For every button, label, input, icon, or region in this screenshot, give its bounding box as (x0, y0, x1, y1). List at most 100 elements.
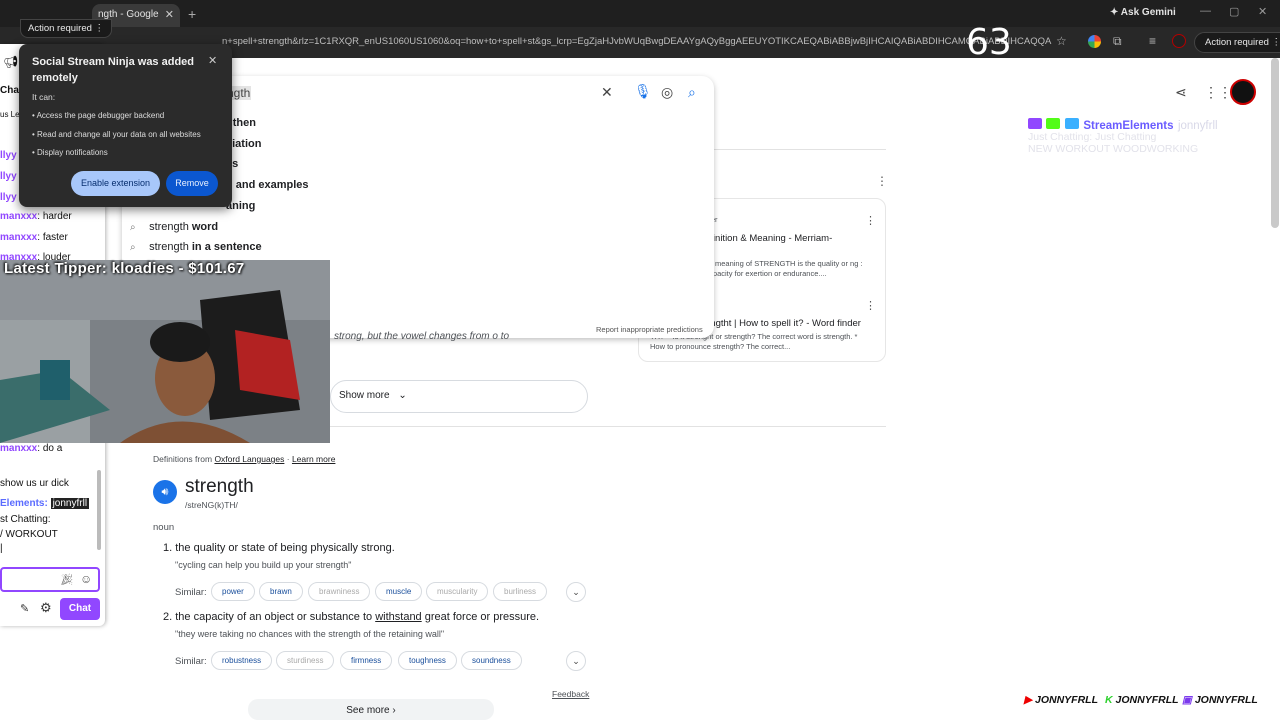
popup-permission: • Access the page debugger backend (32, 111, 165, 120)
similar-chip[interactable]: robustness (211, 651, 273, 670)
chat-message: Elements: jonnyfrll (0, 498, 90, 509)
more-options-icon[interactable]: ⋮ (865, 214, 876, 227)
bookmark-star-icon[interactable]: ☆ (1056, 34, 1070, 48)
similar-chip[interactable]: muscularity (426, 582, 489, 601)
similar-chip[interactable]: toughness (398, 651, 457, 670)
page-scrollbar[interactable] (1271, 58, 1279, 228)
learn-more-link[interactable]: Learn more (292, 454, 335, 464)
tab-close-icon[interactable]: ✕ (165, 8, 174, 21)
twitch-handle: ▣ JONNYFRLL (1182, 694, 1258, 706)
expand-similar-button[interactable]: ⌄ (566, 582, 586, 602)
gear-icon[interactable]: ⚙ (40, 600, 52, 616)
similar-chip[interactable]: sturdiness (276, 651, 335, 670)
suggestion-item[interactable]: es (226, 158, 786, 178)
minimize-icon[interactable]: — (1200, 5, 1211, 17)
chrome-extension-icon[interactable] (1088, 35, 1101, 48)
emoji-icon[interactable]: ☺ (80, 572, 92, 586)
ask-gemini-button[interactable]: ✦ Ask Gemini (1110, 7, 1176, 18)
oxford-languages-link[interactable]: Oxford Languages (214, 454, 284, 464)
share-icon[interactable]: ⋖ (1175, 84, 1187, 101)
search-icon: ⌕ (130, 222, 136, 233)
phonetic: /streNG(k)TH/ (185, 500, 238, 510)
chat-message: / WORKOUT (0, 529, 58, 540)
profile-avatar[interactable] (1172, 34, 1186, 48)
kick-handle: K JONNYFRLL (1105, 694, 1179, 706)
clear-icon[interactable]: ✕ (601, 84, 613, 101)
withstand-link[interactable]: withstand (375, 611, 421, 623)
chat-send-button[interactable]: Chat (60, 598, 100, 620)
youtube-icon: ▶ (1024, 694, 1033, 706)
similar-chip[interactable]: burliness (493, 582, 548, 601)
example-2: "they were taking no chances with the st… (175, 629, 445, 639)
suggestion-item[interactable]: ciation (226, 138, 786, 158)
similar-chip[interactable]: muscle (375, 582, 423, 601)
close-icon[interactable]: ✕ (208, 54, 217, 67)
action-required-button[interactable]: Action required ⋮ (1194, 32, 1280, 53)
chat-username: llyy (0, 150, 17, 161)
snippet-line: strong, but the vowel changes from o to (334, 331, 510, 342)
maximize-icon[interactable]: ▢ (1229, 5, 1239, 18)
more-options-icon[interactable]: ⋮ (865, 299, 876, 312)
remove-extension-button[interactable]: Remove (166, 171, 218, 196)
chevron-right-icon: › (392, 705, 396, 716)
chat-message: show us ur dick (0, 478, 69, 489)
reading-list-icon[interactable]: ≡ (1149, 34, 1163, 48)
chat-message: manxxx: do a (0, 443, 63, 454)
chevron-down-icon: ⌄ (572, 587, 580, 597)
similar-chip[interactable]: soundness (461, 651, 522, 670)
popup-permission: • Display notifications (32, 148, 108, 157)
see-more-button[interactable]: See more › (248, 699, 494, 720)
chevron-down-icon: ⌄ (398, 390, 407, 401)
kick-icon (1046, 118, 1061, 129)
speaker-icon[interactable]: 🔊︎ (153, 480, 177, 504)
similar-chip[interactable]: brawn (259, 582, 303, 601)
party-icon[interactable]: 🎉︎ (60, 573, 74, 586)
camera-lens-icon[interactable]: ◎ (661, 84, 673, 101)
new-tab-icon[interactable]: + (188, 6, 196, 22)
suggestion-item[interactable]: ⌕ strength in a sentence (130, 241, 690, 261)
similar-label: Similar: (175, 656, 207, 667)
gemini-icon: ✦ (1110, 7, 1121, 18)
popup-it-can: It can: (32, 92, 56, 102)
chat-message: manxxx: harder (0, 211, 72, 222)
latest-tipper: Latest Tipper: kloadies - $101.67 (4, 260, 245, 277)
suggestion-item[interactable]: ⌕ strength word (130, 221, 690, 241)
search-icon: ⌕ (130, 242, 136, 253)
microphone-icon[interactable]: 🎙︎ (634, 83, 652, 100)
similar-chip[interactable]: power (211, 582, 255, 601)
panel-title-2[interactable]: engtht | How to spell it? - Word finder (705, 318, 861, 329)
example-1: "cycling can help you build up your stre… (175, 560, 352, 570)
expand-similar-button[interactable]: ⌄ (566, 651, 586, 671)
chat-label: us Le (0, 110, 20, 119)
address-bar-url[interactable]: n+spell+strength&rlz=1C1RXQR_enUS1060US1… (222, 36, 1052, 47)
suggestion-item[interactable]: aning (226, 200, 786, 220)
similar-chip[interactable]: brawniness (308, 582, 371, 601)
twitch-icon (1028, 118, 1042, 129)
similar-label: Similar: (175, 587, 207, 598)
search-icon[interactable]: ⌕ (688, 84, 696, 101)
similar-chip[interactable]: firmness (340, 651, 393, 670)
chat-message: manxxx: faster (0, 232, 68, 243)
chat-message: st Chatting: (0, 514, 51, 525)
report-predictions-link[interactable]: Report inappropriate predictions (596, 325, 703, 334)
suggestion-item[interactable]: gthen (226, 117, 786, 137)
panel-title-1[interactable]: efinition & Meaning - Merriam- (705, 233, 832, 244)
more-vert-icon: ⋮ (94, 23, 105, 34)
action-required-pill-left[interactable]: Action required ⋮ (20, 19, 113, 38)
enable-extension-button[interactable]: Enable extension (71, 171, 160, 196)
account-avatar[interactable] (1230, 79, 1256, 105)
streamelements-ghost-text: Just Chatting: Just Chatting NEW WORKOUT… (1028, 131, 1199, 155)
pen-icon[interactable]: ✎ (20, 602, 29, 615)
more-vert-icon: ⋮ (1271, 37, 1280, 48)
show-more-button[interactable]: Show more ⌄ (330, 380, 588, 413)
chat-scrollbar[interactable] (97, 470, 101, 550)
dictionary-word: strength (185, 476, 254, 497)
close-window-icon[interactable]: ✕ (1258, 5, 1267, 18)
feedback-link[interactable]: Feedback (552, 689, 589, 699)
megaphone-icon[interactable]: 📢︎ (3, 55, 18, 69)
extensions-puzzle-icon[interactable]: ⧉ (1113, 34, 1127, 48)
apps-grid-icon[interactable]: ⋮⋮ (1204, 84, 1232, 101)
suggestion-item[interactable]: g and examples (226, 179, 786, 199)
chat-message: | (0, 543, 3, 554)
more-options-icon[interactable]: ⋮ (876, 174, 888, 188)
